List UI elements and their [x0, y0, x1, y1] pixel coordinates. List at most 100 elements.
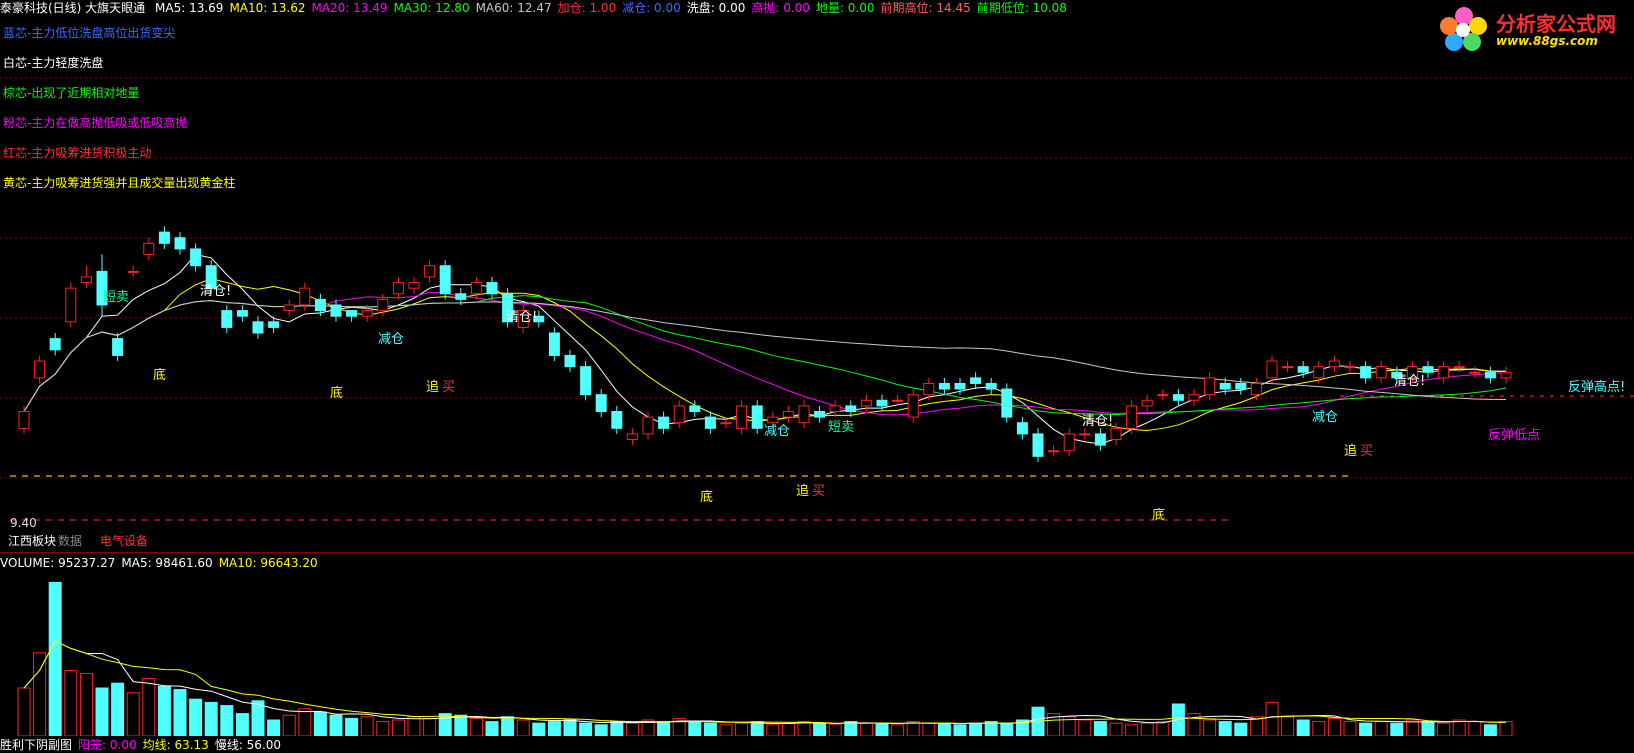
volume-ma10-line	[23, 640, 1506, 724]
candle-body	[1048, 450, 1060, 453]
volume-bar	[313, 711, 327, 736]
volume-bar	[1390, 722, 1404, 736]
candle-body	[408, 282, 420, 289]
sector-label-electric[interactable]: 电气设备	[100, 532, 148, 549]
volume-bar	[610, 721, 624, 736]
volume-bar	[563, 719, 577, 736]
candle-body	[174, 237, 186, 250]
signal-rebound-low: 反弹低点	[1488, 428, 1541, 443]
signal-rebound-high: 反弹高点!	[1568, 380, 1626, 395]
candle-body	[1172, 394, 1184, 401]
volume-bar	[579, 722, 593, 736]
volume-bar	[1203, 719, 1217, 736]
volume-bar	[547, 721, 561, 736]
candle-body	[642, 416, 654, 435]
sub-indicator-value-2: 均线: 63.13	[142, 738, 209, 752]
volume-bar	[703, 722, 717, 736]
volume-bar	[781, 722, 795, 736]
candle-body	[1438, 366, 1450, 379]
volume-bar	[391, 719, 405, 736]
volume-bar	[1452, 719, 1466, 736]
volume-bar	[813, 722, 827, 736]
sub-indicator-value-1: 阳笼: 0.00	[78, 738, 137, 752]
volume-bar	[719, 724, 733, 736]
candle-body	[1250, 382, 1262, 396]
signal-short-sell: 短卖	[828, 420, 855, 435]
candle-body	[1079, 433, 1091, 436]
volume-bar	[797, 721, 811, 736]
pane-divider	[0, 552, 1634, 553]
candle-body	[143, 242, 155, 256]
volume-bar	[657, 721, 671, 736]
volume-bar	[875, 722, 889, 736]
signal-reduce: 减仓	[1312, 410, 1339, 425]
candle-body	[970, 377, 982, 384]
volume-bar	[157, 685, 171, 736]
volume-chart[interactable]	[0, 570, 1634, 736]
volume-bar	[1468, 721, 1482, 736]
candle-body	[65, 287, 77, 323]
candle-body	[845, 405, 857, 412]
volume-bar	[516, 719, 530, 736]
candle-body	[18, 410, 30, 429]
candle-body	[1204, 377, 1216, 396]
signal-reduce: 减仓	[764, 424, 791, 439]
candle-body	[658, 416, 670, 429]
candle-body	[1157, 394, 1169, 397]
volume-bar	[891, 724, 905, 736]
candle-body	[283, 304, 295, 312]
volume-bar	[1109, 722, 1123, 736]
volume-bar	[1125, 724, 1139, 736]
candle-body	[392, 282, 404, 295]
volume-bar	[594, 724, 608, 736]
signal-chase: 追	[796, 484, 810, 499]
candle-body	[80, 276, 92, 284]
volume-bar	[438, 713, 452, 736]
candle-body	[548, 332, 560, 356]
volume-bar	[204, 701, 218, 736]
candle-body	[1063, 433, 1075, 452]
candle-body	[252, 321, 264, 334]
candle-body	[424, 265, 436, 278]
volume-bar	[1437, 722, 1451, 736]
volume-bar	[95, 687, 109, 736]
volume-bar	[1499, 721, 1513, 736]
candle-body	[1484, 371, 1496, 379]
volume-bar	[906, 721, 920, 736]
candle-body	[34, 360, 46, 379]
volume-bar	[126, 692, 140, 736]
candle-body	[1313, 366, 1325, 379]
volume-bar	[859, 722, 873, 736]
candle-body	[1126, 405, 1138, 429]
candlestick-chart[interactable]	[0, 0, 1634, 552]
candle-body	[1016, 422, 1028, 435]
candle-body	[455, 293, 467, 300]
candle-body	[236, 310, 248, 317]
volume-bar	[189, 698, 203, 736]
candle-body	[1453, 366, 1465, 369]
candle-body	[377, 298, 389, 312]
candle-body	[1297, 366, 1309, 373]
signal-reduce: 减仓	[378, 332, 405, 347]
volume-bar	[1156, 721, 1170, 736]
volume-bar	[766, 724, 780, 736]
candle-body	[1110, 427, 1122, 441]
sub-indicator-bar: 胜利下阴副图 阳笼: 0.00 均线: 63.13 慢线: 56.00	[0, 736, 287, 753]
candle-body	[1219, 382, 1231, 390]
volume-bar	[220, 705, 234, 736]
candle-body	[470, 282, 482, 295]
sector-label-jiangxi[interactable]: 江西板块	[8, 532, 56, 549]
volume-bar	[1234, 722, 1248, 736]
volume-bar	[142, 677, 156, 736]
volume-bar	[1218, 721, 1232, 736]
candle-body	[346, 310, 358, 317]
candle-body	[1141, 399, 1153, 407]
volume-bar	[33, 652, 47, 736]
volume-bar	[329, 714, 343, 736]
signal-bottom: 底	[1152, 508, 1166, 523]
volume-bar	[454, 714, 468, 736]
volume-ma5-line	[23, 640, 1506, 725]
volume-bar	[828, 724, 842, 736]
candle-body	[1266, 360, 1278, 379]
candle-body	[704, 416, 716, 429]
